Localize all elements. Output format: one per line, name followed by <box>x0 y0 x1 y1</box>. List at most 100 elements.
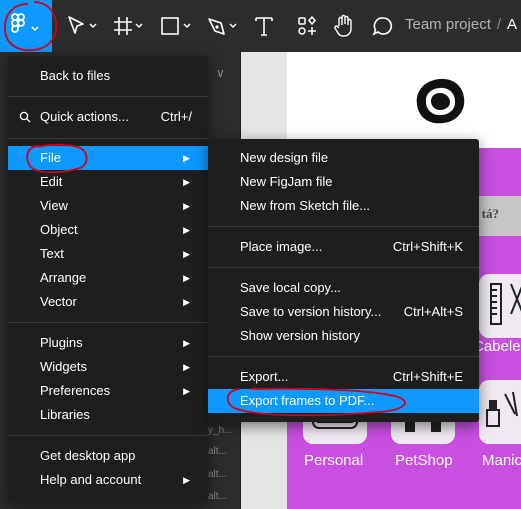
menu-item-widgets[interactable]: Widgets ▶ <box>8 355 208 379</box>
pen-tool[interactable] <box>206 14 240 38</box>
text-t-icon <box>255 17 273 36</box>
comment-bubble-icon <box>372 17 393 36</box>
chevron-right-icon: ▶ <box>183 362 190 372</box>
menu-label: Object <box>40 222 78 237</box>
layer-row[interactable]: y_h... <box>208 425 232 436</box>
menu-label: Edit <box>40 174 63 189</box>
toolbar: Team project / A <box>0 0 521 53</box>
menu-quick-actions[interactable]: Quick actions... Ctrl+/ <box>8 105 208 129</box>
layer-row[interactable]: alt... <box>208 491 227 502</box>
menu-divider <box>208 267 479 268</box>
menu-label: Plugins <box>40 335 83 350</box>
menu-label: Arrange <box>40 270 87 285</box>
menu-divider <box>8 96 208 97</box>
menu-label: Vector <box>40 294 77 309</box>
submenu-new-design-file[interactable]: New design file <box>208 146 479 170</box>
chevron-right-icon: ▶ <box>183 201 190 211</box>
menu-label: Place image... <box>240 239 323 254</box>
menu-label: Get desktop app <box>40 448 136 463</box>
text-tool[interactable] <box>254 14 274 38</box>
submenu-save-local-copy[interactable]: Save local copy... <box>208 276 479 300</box>
menu-label: Text <box>40 246 64 261</box>
nail-polish-icon <box>486 391 518 427</box>
shape-tool[interactable] <box>160 14 194 38</box>
menu-label: Save local copy... <box>240 280 341 295</box>
chevron-right-icon: ▶ <box>183 475 190 485</box>
menu-item-edit[interactable]: Edit ▶ <box>8 170 208 194</box>
submenu-new-figjam-file[interactable]: New FigJam file <box>208 170 479 194</box>
layer-row[interactable]: alt... <box>208 469 227 480</box>
menu-item-libraries[interactable]: Libraries <box>8 403 208 427</box>
menu-label: Preferences <box>40 383 111 398</box>
move-tool[interactable] <box>66 14 100 38</box>
menu-shortcut: Ctrl+Shift+E <box>392 369 463 384</box>
menu-label: Back to files <box>40 68 111 83</box>
menu-label: Libraries <box>40 407 90 422</box>
menu-item-arrange[interactable]: Arrange ▶ <box>8 266 208 290</box>
figma-logo-icon <box>11 13 39 33</box>
logo-icon <box>416 78 465 124</box>
chevron-right-icon: ▶ <box>183 386 190 396</box>
frame-tool[interactable] <box>112 14 146 38</box>
frame-header <box>287 52 521 148</box>
file-name[interactable]: A <box>507 16 517 33</box>
menu-divider <box>8 138 208 139</box>
menu-label: New FigJam file <box>240 174 333 189</box>
components-icon <box>298 15 316 35</box>
menu-label: New design file <box>240 150 329 165</box>
menu-label: Save to version history... <box>240 304 382 319</box>
layer-row[interactable]: alt... <box>208 446 227 457</box>
submenu-show-version-history[interactable]: Show version history <box>208 324 479 348</box>
panel-chevron[interactable]: ∨ <box>216 66 225 80</box>
chevron-right-icon: ▶ <box>183 338 190 348</box>
search-text: tá? <box>481 206 499 221</box>
pen-icon <box>208 18 237 35</box>
breadcrumb: Team project / A <box>405 16 517 33</box>
menu-label: Export frames to PDF... <box>240 393 375 408</box>
hand-tool[interactable] <box>333 14 355 38</box>
comment-tool[interactable] <box>372 14 394 38</box>
menu-label: New from Sketch file... <box>240 198 371 213</box>
breadcrumb-separator: / <box>496 16 502 33</box>
menu-back-to-files[interactable]: Back to files <box>8 64 208 88</box>
submenu-export-frames-pdf[interactable]: Export frames to PDF... <box>208 389 479 413</box>
menu-item-desktop-app[interactable]: Get desktop app <box>8 444 208 468</box>
menu-divider <box>8 322 208 323</box>
project-name[interactable]: Team project <box>405 16 491 33</box>
menu-divider <box>208 356 479 357</box>
category-label: Cabelei <box>473 338 521 355</box>
chevron-right-icon: ▶ <box>183 153 190 163</box>
menu-item-help[interactable]: Help and account ▶ <box>8 468 208 492</box>
menu-divider <box>208 226 479 227</box>
menu-item-preferences[interactable]: Preferences ▶ <box>8 379 208 403</box>
category-label: Manic <box>482 452 521 469</box>
rectangle-icon <box>161 17 191 35</box>
move-cursor-icon <box>68 16 97 34</box>
menu-label: File <box>40 150 61 165</box>
category-label: Personal <box>304 452 364 469</box>
menu-label: Quick actions... <box>40 109 129 124</box>
submenu-export[interactable]: Export... Ctrl+Shift+E <box>208 365 479 389</box>
menu-label: View <box>40 198 68 213</box>
menu-item-text[interactable]: Text ▶ <box>8 242 208 266</box>
category-label: PetShop <box>395 452 453 469</box>
menu-label: Widgets <box>40 359 87 374</box>
menu-shortcut: Ctrl+Alt+S <box>403 304 463 319</box>
menu-item-vector[interactable]: Vector ▶ <box>8 290 208 314</box>
menu-item-object[interactable]: Object ▶ <box>8 218 208 242</box>
submenu-save-version-history[interactable]: Save to version history... Ctrl+Alt+S <box>208 300 479 324</box>
category-card <box>479 274 521 338</box>
menu-item-plugins[interactable]: Plugins ▶ <box>8 331 208 355</box>
menu-item-file[interactable]: File ▶ <box>8 146 208 170</box>
menu-label: Export... <box>240 369 289 384</box>
resources-tool[interactable] <box>297 14 317 38</box>
chevron-right-icon: ▶ <box>183 297 190 307</box>
submenu-new-from-sketch[interactable]: New from Sketch file... <box>208 194 479 218</box>
submenu-place-image[interactable]: Place image... Ctrl+Shift+K <box>208 235 479 259</box>
file-submenu: New design file New FigJam file New from… <box>208 139 479 422</box>
menu-shortcut: Ctrl+/ <box>160 109 192 124</box>
menu-item-view[interactable]: View ▶ <box>8 194 208 218</box>
main-menu-button[interactable] <box>0 0 52 52</box>
category-card <box>479 380 521 444</box>
chevron-right-icon: ▶ <box>183 249 190 259</box>
